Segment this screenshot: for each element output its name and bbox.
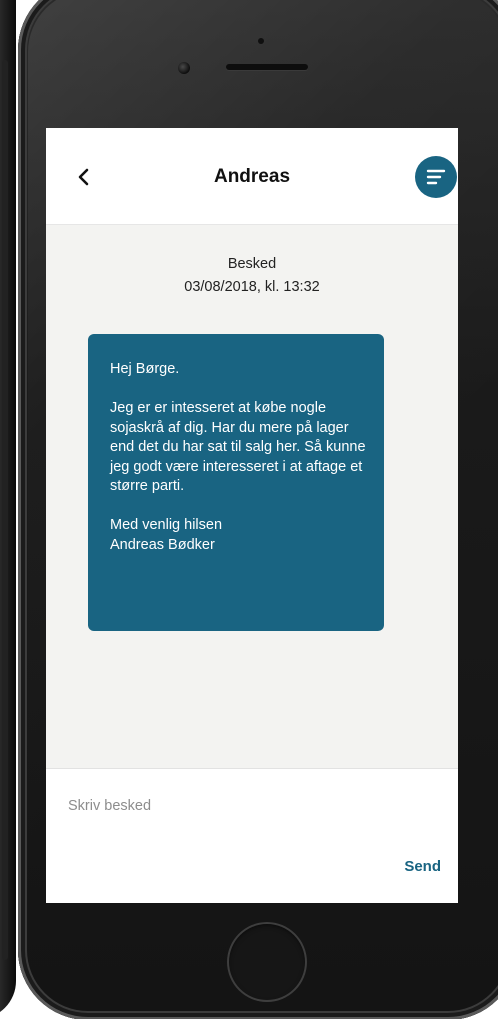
back-button[interactable] xyxy=(74,166,96,188)
adjacent-phone-edge xyxy=(2,60,8,960)
message-type-label: Besked xyxy=(227,256,277,272)
chevron-left-icon xyxy=(78,168,89,186)
stage: Andreas Besked 03/08/2018, kl. 13:32 Hej… xyxy=(0,0,498,1019)
message-body: Jeg er er intesseret at købe nogle sojas… xyxy=(110,400,366,494)
front-camera-icon xyxy=(178,62,190,74)
sensor-dot xyxy=(258,38,264,44)
message-composer: Send xyxy=(46,768,458,903)
message-greeting: Hej Børge. xyxy=(110,361,180,377)
message-input[interactable] xyxy=(68,793,428,819)
message-timestamp: 03/08/2018, kl. 13:32 xyxy=(184,279,320,295)
message-closing: Med venlig hilsen xyxy=(110,517,223,533)
filter-lines-icon xyxy=(426,169,446,185)
home-button[interactable] xyxy=(227,922,307,1002)
conversation-title: Andreas xyxy=(213,166,291,187)
chat-screen: Andreas Besked 03/08/2018, kl. 13:32 Hej… xyxy=(46,128,458,903)
earpiece-speaker xyxy=(226,64,308,70)
adjacent-phone-frame xyxy=(0,0,16,1019)
filter-menu-button[interactable] xyxy=(415,156,457,198)
send-button[interactable]: Send xyxy=(404,858,441,875)
chat-header: Andreas xyxy=(46,128,458,225)
message-bubble: Hej Børge. Jeg er er intesseret at købe … xyxy=(88,334,384,631)
message-signature: Andreas Bødker xyxy=(110,536,215,553)
